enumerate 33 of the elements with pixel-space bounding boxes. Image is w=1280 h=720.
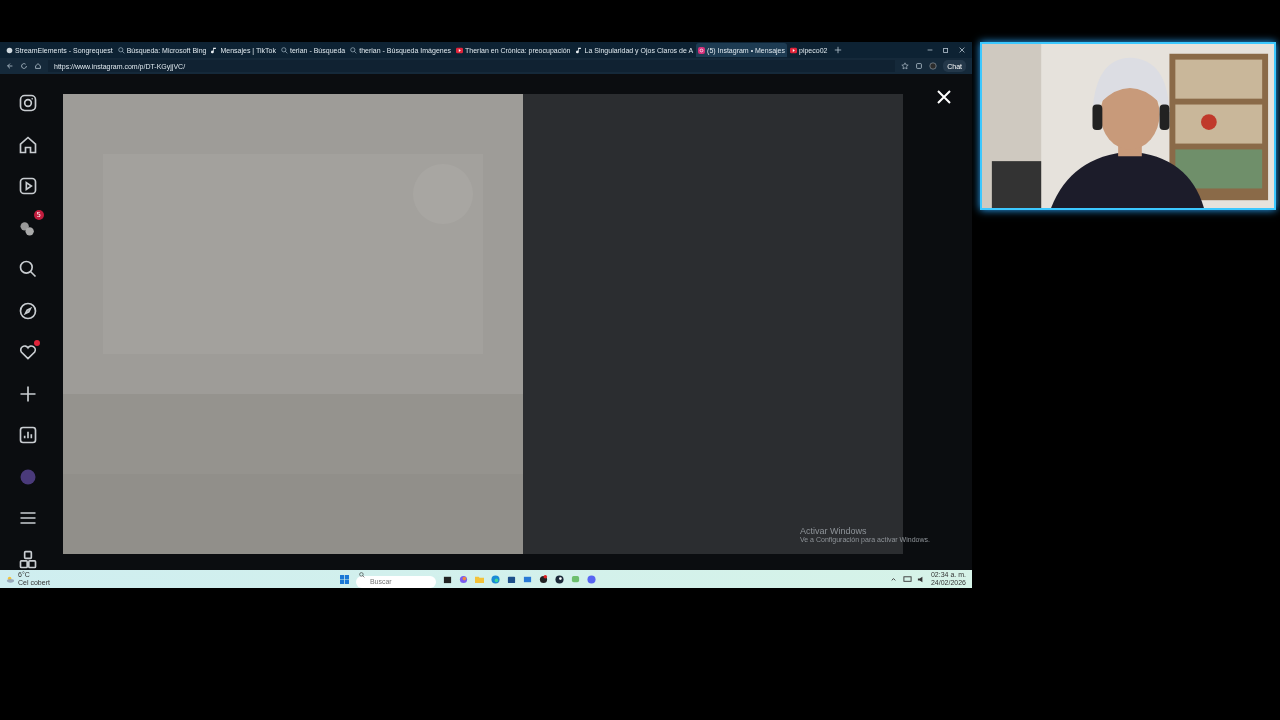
home-icon[interactable]: [18, 134, 38, 155]
close-icon[interactable]: [958, 46, 966, 54]
restore-icon[interactable]: [942, 46, 950, 54]
cloud-icon: [6, 574, 15, 584]
compass-icon[interactable]: [18, 300, 38, 321]
apps-icon[interactable]: [18, 549, 38, 570]
tab-favicon-icon: [211, 46, 219, 54]
tab-favicon-icon: [698, 46, 706, 54]
home-icon[interactable]: [34, 62, 42, 70]
search-icon: [358, 572, 365, 578]
reels-icon[interactable]: [18, 176, 38, 196]
tab-favicon-icon: [350, 46, 358, 54]
tab-favicon-icon: [790, 46, 797, 54]
back-icon[interactable]: [6, 62, 14, 70]
task-view-icon[interactable]: [442, 574, 452, 584]
activation-title: Activar Windows: [800, 526, 868, 536]
profile-icon[interactable]: [929, 62, 938, 70]
chart-icon[interactable]: [18, 425, 38, 445]
windows-icon[interactable]: [339, 574, 349, 584]
refresh-icon[interactable]: [20, 62, 28, 70]
tab-favicon-icon: [456, 46, 464, 54]
tab-favicon-icon: [117, 46, 125, 54]
tab-favicon-icon: [280, 46, 288, 54]
tab-favicon-icon: [6, 46, 13, 54]
new-tab-icon[interactable]: [834, 46, 843, 54]
extensions-icon[interactable]: [915, 62, 924, 70]
star-icon[interactable]: [901, 62, 910, 70]
search-icon[interactable]: [18, 259, 38, 279]
app-icon[interactable]: [538, 574, 548, 584]
heart-icon[interactable]: [18, 342, 38, 362]
instagram-icon[interactable]: [18, 93, 38, 113]
tab-favicon-icon: [575, 46, 583, 54]
minimize-icon[interactable]: [926, 46, 934, 54]
